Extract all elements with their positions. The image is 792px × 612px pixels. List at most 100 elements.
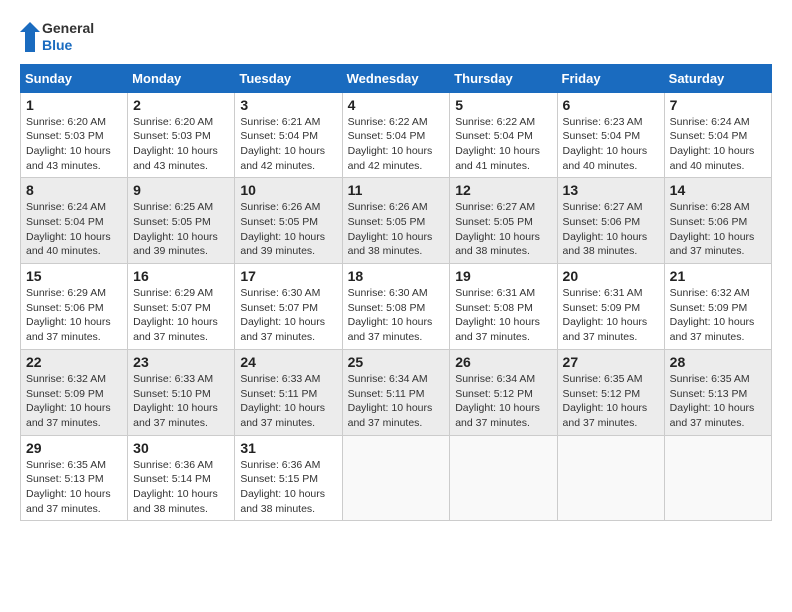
- table-row: 19 Sunrise: 6:31 AMSunset: 5:08 PMDaylig…: [450, 264, 557, 350]
- day-info: Sunrise: 6:31 AMSunset: 5:08 PMDaylight:…: [455, 286, 551, 345]
- day-number: 16: [133, 268, 229, 284]
- day-number: 7: [670, 97, 766, 113]
- calendar-week-2: 8 Sunrise: 6:24 AMSunset: 5:04 PMDayligh…: [21, 178, 772, 264]
- day-number: 22: [26, 354, 122, 370]
- header-wednesday: Wednesday: [342, 64, 450, 92]
- day-info: Sunrise: 6:29 AMSunset: 5:06 PMDaylight:…: [26, 286, 122, 345]
- day-number: 14: [670, 182, 766, 198]
- day-info: Sunrise: 6:31 AMSunset: 5:09 PMDaylight:…: [563, 286, 659, 345]
- table-row: [557, 435, 664, 521]
- day-info: Sunrise: 6:28 AMSunset: 5:06 PMDaylight:…: [670, 200, 766, 259]
- day-info: Sunrise: 6:27 AMSunset: 5:06 PMDaylight:…: [563, 200, 659, 259]
- table-row: 2 Sunrise: 6:20 AMSunset: 5:03 PMDayligh…: [128, 92, 235, 178]
- table-row: 17 Sunrise: 6:30 AMSunset: 5:07 PMDaylig…: [235, 264, 342, 350]
- table-row: 11 Sunrise: 6:26 AMSunset: 5:05 PMDaylig…: [342, 178, 450, 264]
- day-number: 28: [670, 354, 766, 370]
- day-info: Sunrise: 6:32 AMSunset: 5:09 PMDaylight:…: [26, 372, 122, 431]
- table-row: [450, 435, 557, 521]
- day-info: Sunrise: 6:35 AMSunset: 5:12 PMDaylight:…: [563, 372, 659, 431]
- day-info: Sunrise: 6:20 AMSunset: 5:03 PMDaylight:…: [26, 115, 122, 174]
- calendar-week-1: 1 Sunrise: 6:20 AMSunset: 5:03 PMDayligh…: [21, 92, 772, 178]
- logo-general: General: [42, 20, 94, 37]
- day-number: 5: [455, 97, 551, 113]
- day-info: Sunrise: 6:25 AMSunset: 5:05 PMDaylight:…: [133, 200, 229, 259]
- day-number: 25: [348, 354, 445, 370]
- table-row: 18 Sunrise: 6:30 AMSunset: 5:08 PMDaylig…: [342, 264, 450, 350]
- table-row: 12 Sunrise: 6:27 AMSunset: 5:05 PMDaylig…: [450, 178, 557, 264]
- day-info: Sunrise: 6:23 AMSunset: 5:04 PMDaylight:…: [563, 115, 659, 174]
- day-info: Sunrise: 6:35 AMSunset: 5:13 PMDaylight:…: [670, 372, 766, 431]
- day-info: Sunrise: 6:20 AMSunset: 5:03 PMDaylight:…: [133, 115, 229, 174]
- day-number: 11: [348, 182, 445, 198]
- header-saturday: Saturday: [664, 64, 771, 92]
- day-info: Sunrise: 6:21 AMSunset: 5:04 PMDaylight:…: [240, 115, 336, 174]
- table-row: 10 Sunrise: 6:26 AMSunset: 5:05 PMDaylig…: [235, 178, 342, 264]
- day-info: Sunrise: 6:30 AMSunset: 5:08 PMDaylight:…: [348, 286, 445, 345]
- table-row: 16 Sunrise: 6:29 AMSunset: 5:07 PMDaylig…: [128, 264, 235, 350]
- day-number: 17: [240, 268, 336, 284]
- day-info: Sunrise: 6:26 AMSunset: 5:05 PMDaylight:…: [348, 200, 445, 259]
- day-number: 29: [26, 440, 122, 456]
- table-row: 30 Sunrise: 6:36 AMSunset: 5:14 PMDaylig…: [128, 435, 235, 521]
- table-row: 29 Sunrise: 6:35 AMSunset: 5:13 PMDaylig…: [21, 435, 128, 521]
- day-info: Sunrise: 6:32 AMSunset: 5:09 PMDaylight:…: [670, 286, 766, 345]
- table-row: [342, 435, 450, 521]
- table-row: 15 Sunrise: 6:29 AMSunset: 5:06 PMDaylig…: [21, 264, 128, 350]
- day-number: 6: [563, 97, 659, 113]
- table-row: 23 Sunrise: 6:33 AMSunset: 5:10 PMDaylig…: [128, 349, 235, 435]
- page-header: General Blue: [20, 20, 772, 54]
- table-row: 24 Sunrise: 6:33 AMSunset: 5:11 PMDaylig…: [235, 349, 342, 435]
- table-row: 31 Sunrise: 6:36 AMSunset: 5:15 PMDaylig…: [235, 435, 342, 521]
- day-number: 9: [133, 182, 229, 198]
- table-row: 21 Sunrise: 6:32 AMSunset: 5:09 PMDaylig…: [664, 264, 771, 350]
- logo-blue: Blue: [42, 37, 94, 54]
- day-info: Sunrise: 6:26 AMSunset: 5:05 PMDaylight:…: [240, 200, 336, 259]
- table-row: 27 Sunrise: 6:35 AMSunset: 5:12 PMDaylig…: [557, 349, 664, 435]
- day-number: 30: [133, 440, 229, 456]
- day-info: Sunrise: 6:35 AMSunset: 5:13 PMDaylight:…: [26, 458, 122, 517]
- day-info: Sunrise: 6:24 AMSunset: 5:04 PMDaylight:…: [26, 200, 122, 259]
- logo-container: General Blue: [20, 20, 94, 54]
- day-number: 20: [563, 268, 659, 284]
- header-sunday: Sunday: [21, 64, 128, 92]
- header-thursday: Thursday: [450, 64, 557, 92]
- day-info: Sunrise: 6:22 AMSunset: 5:04 PMDaylight:…: [348, 115, 445, 174]
- day-info: Sunrise: 6:36 AMSunset: 5:14 PMDaylight:…: [133, 458, 229, 517]
- logo: General Blue: [20, 20, 94, 54]
- table-row: 6 Sunrise: 6:23 AMSunset: 5:04 PMDayligh…: [557, 92, 664, 178]
- day-info: Sunrise: 6:36 AMSunset: 5:15 PMDaylight:…: [240, 458, 336, 517]
- table-row: 25 Sunrise: 6:34 AMSunset: 5:11 PMDaylig…: [342, 349, 450, 435]
- table-row: 8 Sunrise: 6:24 AMSunset: 5:04 PMDayligh…: [21, 178, 128, 264]
- calendar-header-row: Sunday Monday Tuesday Wednesday Thursday…: [21, 64, 772, 92]
- day-number: 24: [240, 354, 336, 370]
- day-info: Sunrise: 6:24 AMSunset: 5:04 PMDaylight:…: [670, 115, 766, 174]
- day-info: Sunrise: 6:34 AMSunset: 5:12 PMDaylight:…: [455, 372, 551, 431]
- table-row: 3 Sunrise: 6:21 AMSunset: 5:04 PMDayligh…: [235, 92, 342, 178]
- day-number: 1: [26, 97, 122, 113]
- day-info: Sunrise: 6:33 AMSunset: 5:10 PMDaylight:…: [133, 372, 229, 431]
- day-info: Sunrise: 6:22 AMSunset: 5:04 PMDaylight:…: [455, 115, 551, 174]
- header-tuesday: Tuesday: [235, 64, 342, 92]
- day-number: 21: [670, 268, 766, 284]
- header-friday: Friday: [557, 64, 664, 92]
- table-row: 13 Sunrise: 6:27 AMSunset: 5:06 PMDaylig…: [557, 178, 664, 264]
- table-row: 22 Sunrise: 6:32 AMSunset: 5:09 PMDaylig…: [21, 349, 128, 435]
- table-row: 26 Sunrise: 6:34 AMSunset: 5:12 PMDaylig…: [450, 349, 557, 435]
- calendar-week-5: 29 Sunrise: 6:35 AMSunset: 5:13 PMDaylig…: [21, 435, 772, 521]
- day-number: 8: [26, 182, 122, 198]
- day-number: 26: [455, 354, 551, 370]
- calendar-week-4: 22 Sunrise: 6:32 AMSunset: 5:09 PMDaylig…: [21, 349, 772, 435]
- day-number: 10: [240, 182, 336, 198]
- table-row: 28 Sunrise: 6:35 AMSunset: 5:13 PMDaylig…: [664, 349, 771, 435]
- table-row: 5 Sunrise: 6:22 AMSunset: 5:04 PMDayligh…: [450, 92, 557, 178]
- day-number: 3: [240, 97, 336, 113]
- logo-icon: [20, 22, 40, 52]
- day-number: 18: [348, 268, 445, 284]
- day-number: 2: [133, 97, 229, 113]
- day-info: Sunrise: 6:34 AMSunset: 5:11 PMDaylight:…: [348, 372, 445, 431]
- day-number: 15: [26, 268, 122, 284]
- table-row: 14 Sunrise: 6:28 AMSunset: 5:06 PMDaylig…: [664, 178, 771, 264]
- table-row: 4 Sunrise: 6:22 AMSunset: 5:04 PMDayligh…: [342, 92, 450, 178]
- day-info: Sunrise: 6:27 AMSunset: 5:05 PMDaylight:…: [455, 200, 551, 259]
- table-row: 1 Sunrise: 6:20 AMSunset: 5:03 PMDayligh…: [21, 92, 128, 178]
